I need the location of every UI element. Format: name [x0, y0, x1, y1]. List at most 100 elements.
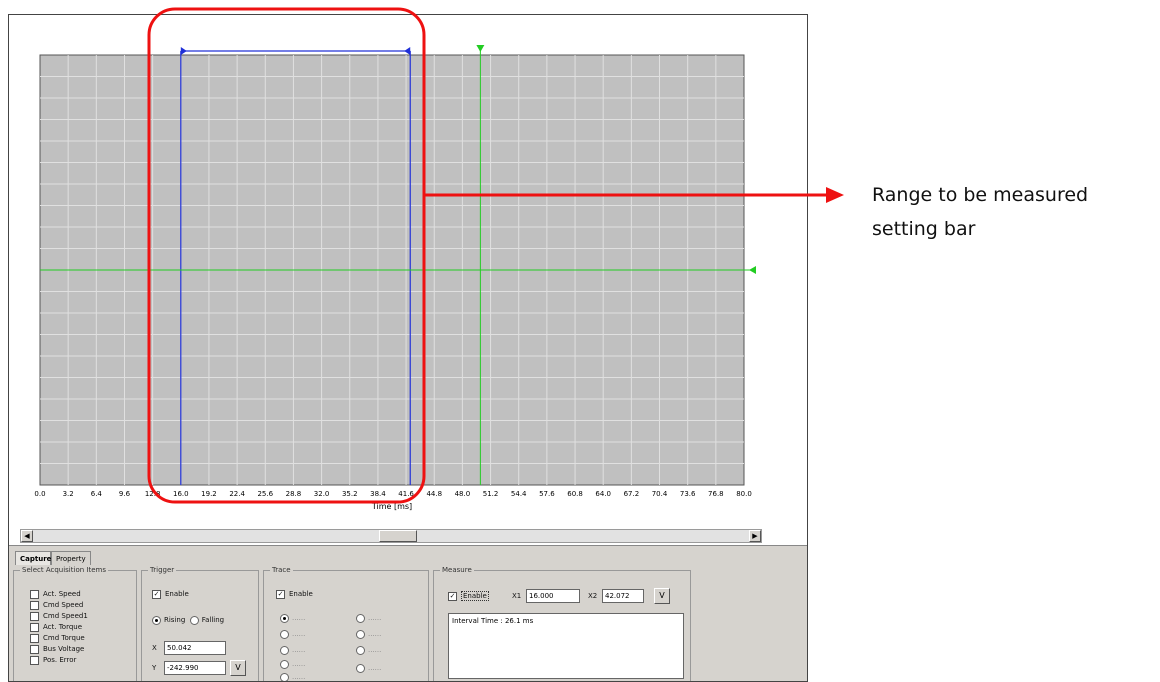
trace-option-label: ...... [368, 630, 382, 638]
trigger-y-label: Y [152, 664, 157, 672]
trace-radio[interactable] [356, 663, 365, 673]
scroll-thumb[interactable] [379, 530, 417, 542]
x-tick-label: 80.0 [736, 490, 752, 498]
x-tick-label: 60.8 [567, 490, 583, 498]
trace-enable-checkbox[interactable]: ✓ [276, 589, 285, 599]
trace-title: Trace [270, 565, 293, 575]
x-tick-label: 9.6 [119, 490, 131, 498]
x-tick-labels: 0.0 3.2 6.4 9.6 12.8 16.0 19.2 22.4 25.6 28.8 32.0… [34, 490, 751, 498]
trigger-x-field[interactable]: 50.042 [164, 641, 226, 655]
measure-result-box: Interval Time : 26.1 ms [448, 613, 684, 679]
waveform-chart: 0.0 3.2 6.4 9.6 12.8 16.0 19.2 22.4 25.6 28.8 32.0… [34, 45, 756, 511]
x-tick-label: 16.0 [173, 490, 189, 498]
trace-option-label: ...... [292, 646, 306, 654]
x-axis-label: Time [ms] [371, 502, 412, 511]
trigger-title: Trigger [148, 565, 177, 575]
acq-item-label: Cmd Speed [43, 601, 84, 609]
bus-voltage-checkbox[interactable] [30, 644, 39, 654]
x2-label: X2 [588, 592, 598, 600]
x-tick-label: 12.8 [145, 490, 161, 498]
trigger-enable-checkbox[interactable]: ✓ [152, 589, 161, 599]
pos-error-checkbox[interactable] [30, 655, 39, 665]
trace-option-label: ...... [292, 614, 306, 622]
callout-label: Range to be measured setting bar [872, 178, 1088, 246]
trace-group: Trace ✓ Enable ...... ...... ...... .....… [263, 565, 429, 681]
cmd-speed1-checkbox[interactable] [30, 611, 39, 621]
x-tick-label: 73.6 [680, 490, 696, 498]
rising-label: Rising [164, 616, 186, 624]
x-tick-label: 76.8 [708, 490, 724, 498]
trigger-group: Trigger ✓ Enable Rising Falling X 50.042 … [141, 565, 259, 681]
x1-label: X1 [512, 592, 522, 600]
trigger-v-button[interactable]: V [230, 660, 246, 676]
trigger-enable-label: Enable [165, 590, 189, 598]
act-speed-checkbox[interactable] [30, 589, 39, 599]
x-tick-label: 0.0 [34, 490, 45, 498]
trace-option-label: ...... [368, 646, 382, 654]
trace-radio[interactable] [280, 659, 289, 669]
trace-radio[interactable] [280, 645, 289, 655]
x-tick-label: 25.6 [257, 490, 273, 498]
acq-item-label: Act. Speed [43, 590, 81, 598]
cursor-x2-handle-icon[interactable] [404, 47, 411, 55]
callout-arrowhead-icon [826, 187, 844, 203]
tab-property[interactable]: Property [51, 551, 91, 565]
x-tick-label: 22.4 [229, 490, 245, 498]
acq-item-label: Cmd Torque [43, 634, 85, 642]
trigger-y-handle-icon[interactable] [749, 266, 756, 274]
callout-line-1: Range to be measured [872, 184, 1089, 206]
x2-field[interactable]: 42.072 [602, 589, 644, 603]
trace-radio[interactable] [280, 629, 289, 639]
cursor-x1-handle-icon[interactable] [180, 47, 187, 55]
trace-radio[interactable] [280, 672, 289, 681]
x-tick-label: 70.4 [652, 490, 668, 498]
trace-radio[interactable] [356, 645, 365, 655]
act-torque-checkbox[interactable] [30, 622, 39, 632]
acquisition-title: Select Acquisition Items [20, 565, 108, 575]
tab-capture[interactable]: Capture [15, 551, 51, 565]
arrow-right-icon[interactable]: ▶ [749, 530, 761, 542]
trigger-x-handle-icon[interactable] [476, 45, 485, 52]
interval-time-text: Interval Time : 26.1 ms [452, 617, 534, 625]
horizontal-scrollbar[interactable]: ◀ ▶ [20, 529, 762, 543]
falling-radio[interactable] [189, 615, 199, 625]
trace-radio[interactable] [356, 613, 365, 623]
measure-v-button[interactable]: V [654, 588, 670, 604]
callout-line-2: setting bar [872, 218, 976, 240]
x-tick-label: 35.2 [342, 490, 358, 498]
measure-group: Measure ✓ Enable X1 16.000 X2 42.072 V In… [433, 565, 691, 681]
x-tick-label: 3.2 [63, 490, 74, 498]
arrow-left-icon[interactable]: ◀ [21, 530, 33, 542]
x1-field[interactable]: 16.000 [526, 589, 580, 603]
x-tick-label: 57.6 [539, 490, 555, 498]
acq-item-label: Cmd Speed1 [43, 612, 88, 620]
trace-option-label: ...... [292, 630, 306, 638]
acq-item-label: Act. Torque [43, 623, 83, 631]
trace-enable-label: Enable [289, 590, 313, 598]
acq-item-label: Pos. Error [43, 656, 77, 664]
falling-label: Falling [201, 616, 225, 624]
x-tick-label: 54.4 [511, 490, 527, 498]
acq-item-label: Bus Voltage [43, 645, 85, 653]
x-tick-label: 28.8 [286, 490, 302, 498]
trace-option-label: ...... [368, 664, 382, 672]
trace-radio[interactable] [356, 629, 365, 639]
x-tick-label: 51.2 [483, 490, 499, 498]
measure-enable-checkbox[interactable]: ✓ [448, 591, 457, 601]
measure-enable-label: Enable [461, 591, 489, 601]
cmd-speed-checkbox[interactable] [30, 600, 39, 610]
x-tick-label: 67.2 [624, 490, 640, 498]
trace-radio[interactable] [280, 613, 289, 623]
scope-window: 0.0 3.2 6.4 9.6 12.8 16.0 19.2 22.4 25.6 28.8 32.0… [8, 14, 808, 682]
cmd-torque-checkbox[interactable] [30, 633, 39, 643]
rising-radio[interactable] [152, 615, 161, 625]
x-tick-label: 32.0 [314, 490, 330, 498]
x-tick-label: 44.8 [426, 490, 442, 498]
trigger-y-field[interactable]: -242.990 [164, 661, 226, 675]
x-tick-label: 19.2 [201, 490, 217, 498]
x-tick-label: 6.4 [91, 490, 103, 498]
measure-title: Measure [440, 565, 474, 575]
control-panel: Capture Property Select Acquisition Item… [9, 545, 807, 681]
x-tick-label: 41.6 [398, 490, 414, 498]
x-tick-label: 64.0 [595, 490, 611, 498]
